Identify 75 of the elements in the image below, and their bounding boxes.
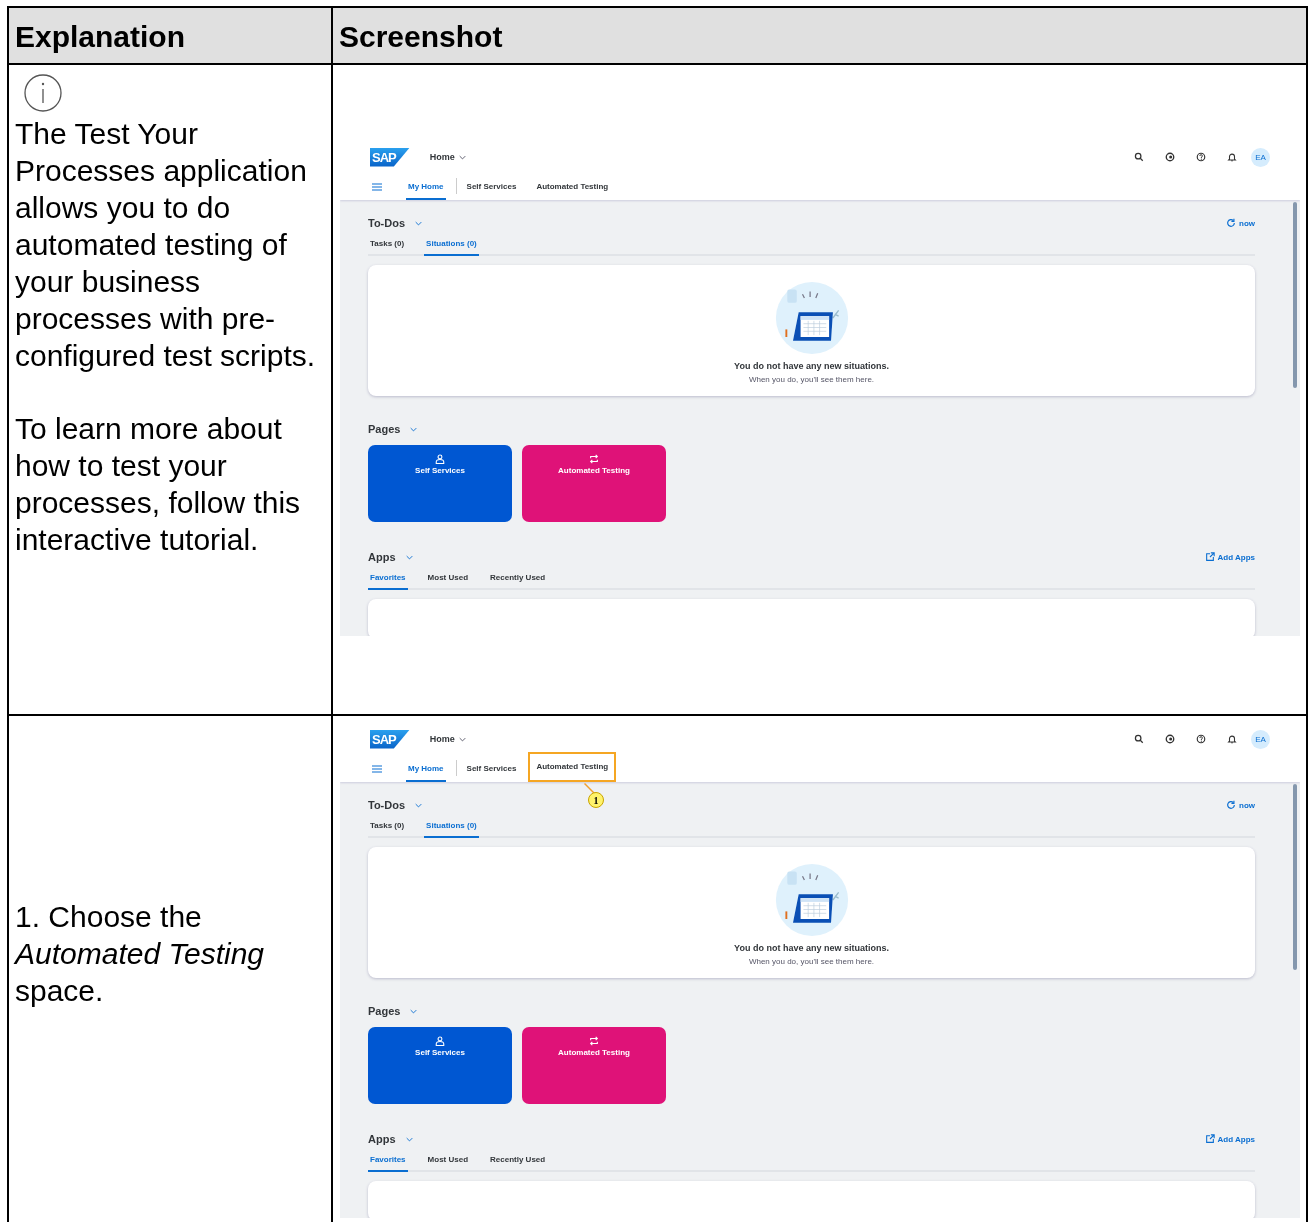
refresh-icon — [1226, 800, 1236, 810]
add-apps-link[interactable]: Add Apps — [1204, 1134, 1255, 1144]
avatar[interactable]: EA — [1251, 147, 1270, 167]
step-marker: 1 — [588, 792, 604, 808]
menu-icon[interactable] — [372, 765, 382, 773]
tab[interactable]: Situations (0) — [424, 236, 479, 256]
scrollbar[interactable] — [1293, 784, 1297, 970]
logo[interactable]: SAP — [370, 147, 410, 167]
column-header: Explanation — [9, 8, 333, 65]
section-title: Apps — [368, 551, 396, 563]
assistant-icon[interactable] — [1165, 734, 1175, 744]
bell-icon[interactable] — [1227, 734, 1237, 744]
logo[interactable]: SAP — [370, 729, 410, 749]
chevron-down-icon[interactable] — [405, 1136, 413, 1142]
help-icon[interactable] — [1196, 734, 1206, 744]
page-tile[interactable]: Automated Testing — [522, 445, 666, 522]
nav-tab[interactable]: My Home — [406, 756, 446, 782]
search-icon[interactable] — [1134, 152, 1144, 162]
nav-tab[interactable]: Self Services — [456, 174, 527, 200]
chevron-down-icon[interactable] — [415, 802, 423, 808]
nav-tab[interactable]: My Home — [406, 174, 446, 200]
nav-tab[interactable]: Automated Testing — [528, 752, 617, 782]
chevron-down-icon — [458, 736, 466, 742]
leader-line — [584, 783, 596, 795]
tab[interactable]: Situations (0) — [424, 818, 479, 838]
refresh-link[interactable]: now — [1226, 800, 1255, 810]
empty-state-title: You do not have any new situations. — [734, 361, 889, 371]
section-title: Pages — [368, 1005, 401, 1017]
section-title: To-Dos — [368, 799, 406, 811]
refresh-link[interactable]: now — [1226, 218, 1255, 228]
person-icon — [435, 1036, 445, 1046]
add-apps-link[interactable]: Add Apps — [1204, 552, 1255, 562]
explanation-text: The Test Your Processes application allows you to do automated testing of your business processes with pre-configured test scripts. — [15, 116, 317, 374]
tab[interactable]: Tasks (0) — [368, 818, 407, 838]
chevron-down-icon — [458, 154, 466, 160]
empty-state-title: You do not have any new situations. — [734, 943, 889, 953]
tab[interactable]: Most Used — [425, 1152, 471, 1172]
external-link-icon — [1204, 1134, 1215, 1144]
scrollbar[interactable] — [1293, 202, 1297, 388]
section-title: To-Dos — [368, 217, 406, 229]
section-title: Apps — [368, 1133, 396, 1145]
menu-icon[interactable] — [372, 183, 382, 191]
tab[interactable]: Most Used — [425, 570, 471, 590]
sync-icon — [589, 454, 599, 464]
help-icon[interactable] — [1196, 152, 1206, 162]
bell-icon[interactable] — [1227, 152, 1237, 162]
chevron-down-icon[interactable] — [410, 426, 418, 432]
column-header: Screenshot — [333, 8, 1308, 65]
page-tile[interactable]: Self Services — [368, 1027, 512, 1104]
nav-tab[interactable]: Self Services — [456, 756, 527, 782]
empty-state-text: When you do, you'll see them here. — [748, 957, 875, 966]
tab[interactable]: Tasks (0) — [368, 236, 407, 256]
page-tile[interactable]: Automated Testing — [522, 1027, 666, 1104]
external-link-icon — [1204, 552, 1215, 562]
chevron-down-icon[interactable] — [415, 220, 423, 226]
assistant-icon[interactable] — [1165, 152, 1175, 162]
search-icon[interactable] — [1134, 734, 1144, 744]
tab[interactable]: Favorites — [368, 570, 408, 590]
nav-tab[interactable]: Automated Testing — [526, 174, 619, 200]
explanation-text: 1. Choose the Automated Testing space. — [15, 899, 266, 1009]
chevron-down-icon[interactable] — [405, 554, 413, 560]
refresh-icon — [1226, 218, 1236, 228]
explanation-text: To learn more about how to test your processes, follow this interactive tutorial. — [15, 411, 302, 558]
avatar[interactable]: EA — [1251, 729, 1270, 749]
home-menu[interactable]: Home — [429, 152, 455, 162]
sync-icon — [589, 1036, 599, 1046]
home-menu[interactable]: Home — [429, 734, 455, 744]
tab[interactable]: Recently Used — [488, 1152, 548, 1172]
section-title: Pages — [368, 423, 401, 435]
chevron-down-icon[interactable] — [410, 1008, 418, 1014]
person-icon — [435, 454, 445, 464]
tab[interactable]: Favorites — [368, 1152, 408, 1172]
empty-state-text: When you do, you'll see them here. — [748, 375, 875, 384]
tab[interactable]: Recently Used — [488, 570, 548, 590]
page-tile[interactable]: Self Services — [368, 445, 512, 522]
